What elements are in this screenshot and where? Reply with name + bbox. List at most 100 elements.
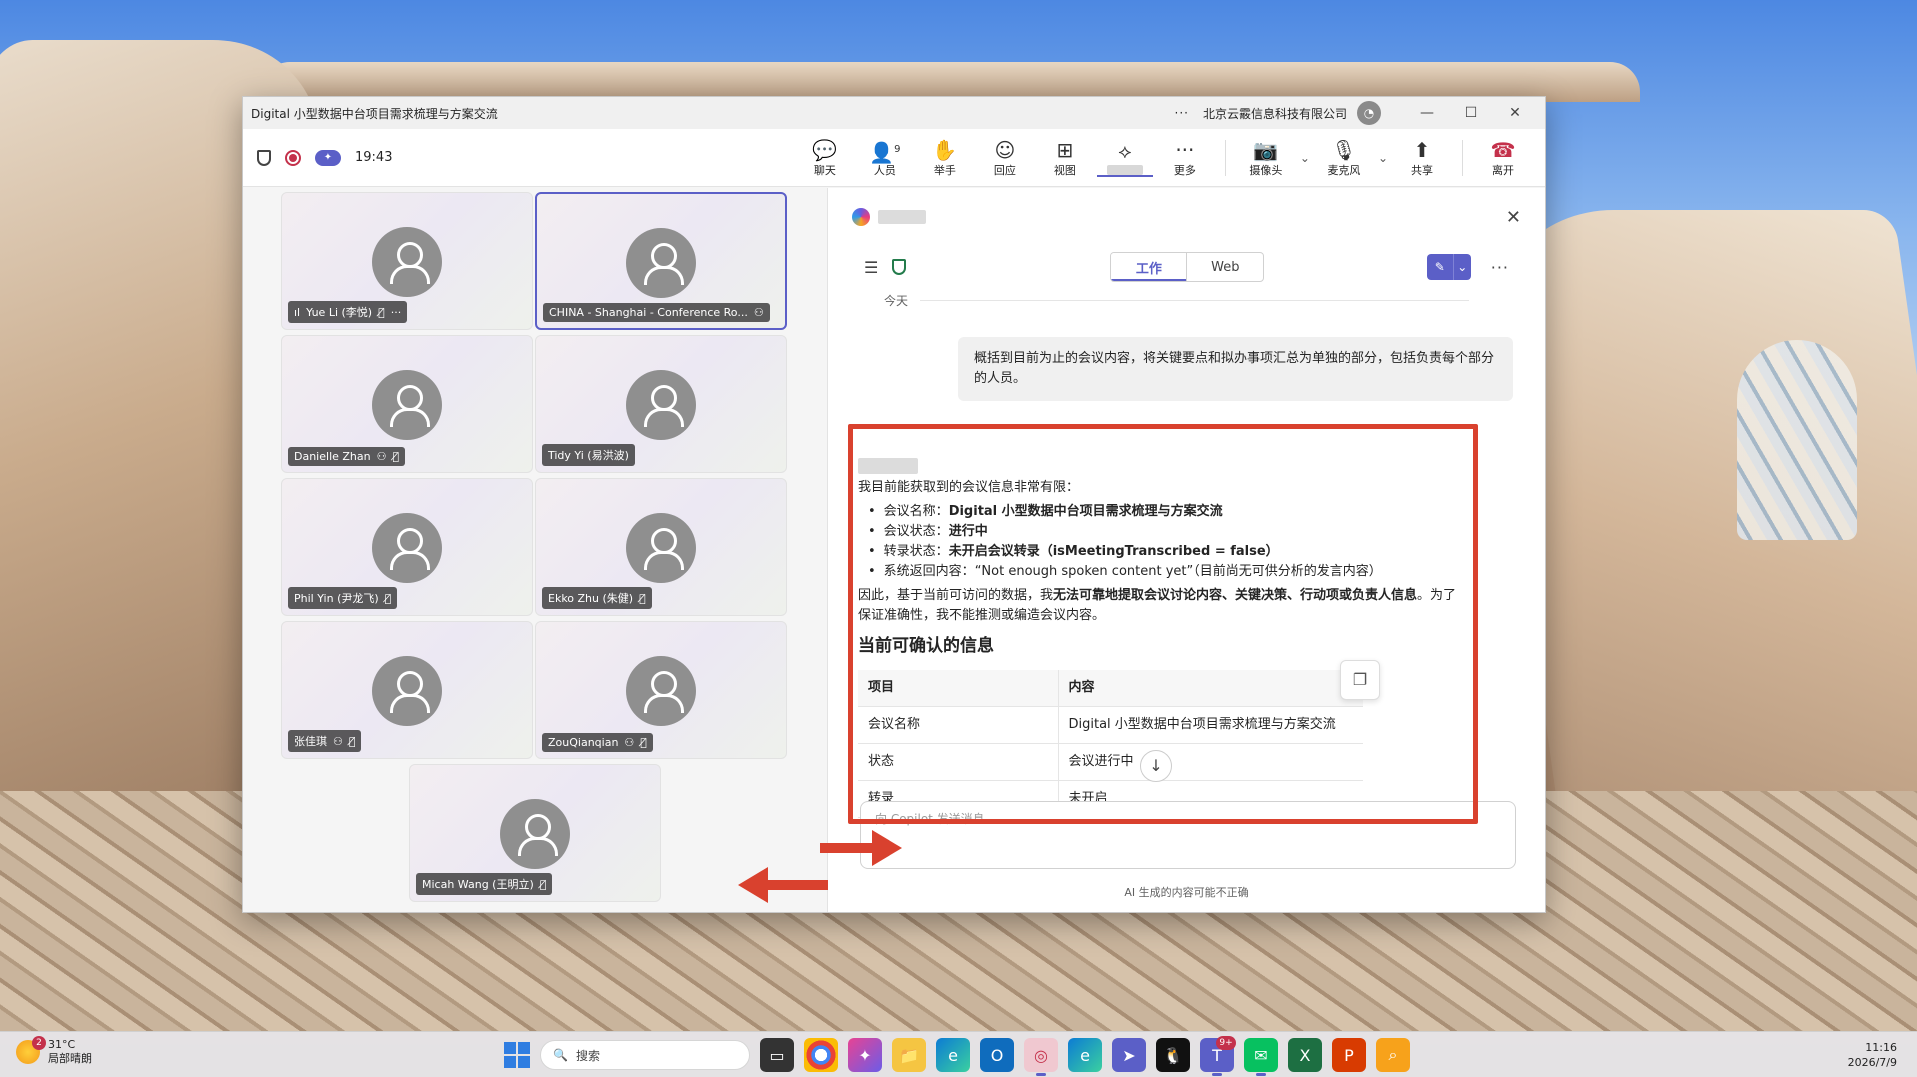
mic-muted-icon: 🎙̸: [392, 450, 400, 463]
minimize-button[interactable]: —: [1405, 105, 1449, 121]
people-button[interactable]: 👤9 人员: [857, 138, 913, 178]
participant-name: Ekko Zhu (朱健): [548, 592, 634, 605]
leave-button[interactable]: ☎ 离开: [1475, 138, 1531, 178]
edge-icon[interactable]: e: [936, 1038, 970, 1072]
mic-muted-icon: 🎙̸: [639, 591, 646, 605]
maximize-button[interactable]: ☐: [1449, 105, 1493, 121]
user-prompt-message: 概括到目前为止的会议内容，将关键要点和拟办事项汇总为单独的部分，包括负责每个部分…: [958, 337, 1513, 401]
copilot-app-icon[interactable]: ✦: [848, 1038, 882, 1072]
mic-options-chevron-icon[interactable]: ⌄: [1378, 151, 1388, 165]
windows-taskbar: 2 31°C 局部晴朗 🔍 搜索 ▭ ✦ 📁 e O ◎ e ➤ 🐧 T 9+ ✉ …: [0, 1031, 1917, 1077]
chat-button[interactable]: 💬 聊天: [797, 138, 853, 178]
annotation-arrow-right-icon: [820, 830, 902, 866]
window-title: Digital 小型数据中台项目需求梳理与方案交流: [251, 106, 498, 121]
participant-tile[interactable]: ıl Yue Li (李悦) 🎙̸ ···: [281, 192, 533, 330]
view-button[interactable]: ⊞ 视图: [1037, 138, 1093, 178]
participant-name: Yue Li (李悦): [306, 306, 373, 319]
tab-work[interactable]: 工作: [1111, 253, 1188, 281]
powerpoint-icon[interactable]: P: [1332, 1038, 1366, 1072]
camera-button[interactable]: 📷 摄像头: [1238, 138, 1294, 178]
participant-tile[interactable]: Phil Yin (尹龙飞) 🎙̸: [281, 478, 533, 616]
share-upload-icon: ⬆: [1413, 137, 1431, 162]
tab-web[interactable]: Web: [1187, 253, 1263, 281]
close-panel-icon[interactable]: ✕: [1506, 207, 1521, 228]
ai-disclaimer: AI 生成的内容可能不正确: [1124, 886, 1249, 899]
table-header-row: 项目 内容: [858, 670, 1363, 707]
system-clock[interactable]: 11:16 2026/7/9: [1848, 1040, 1897, 1070]
messenger-icon[interactable]: ➤: [1112, 1038, 1146, 1072]
raise-hand-button[interactable]: ✋ 举手: [917, 138, 973, 178]
chrome-icon[interactable]: [804, 1038, 838, 1072]
taskbar-search-input[interactable]: 🔍 搜索: [540, 1040, 750, 1070]
mic-muted-icon: 🎙̸: [384, 591, 392, 605]
weather-widget[interactable]: 2 31°C 局部晴朗: [16, 1036, 92, 1066]
qq-icon[interactable]: 🐧: [1156, 1038, 1190, 1072]
react-button[interactable]: ☺ 回应: [977, 138, 1033, 178]
scope-toggle: 工作 Web: [1110, 252, 1265, 282]
table-row: 状态 会议进行中: [858, 743, 1363, 781]
participant-tile[interactable]: Danielle Zhan ⚇ 🎙̸: [281, 335, 533, 473]
participant-tile[interactable]: Micah Wang (王明立) 🎙̸: [409, 764, 661, 902]
response-heading: 当前可确认的信息: [858, 636, 994, 656]
people-icon: 👤9: [869, 140, 901, 165]
copy-icon[interactable]: ❐: [1340, 660, 1380, 700]
start-button[interactable]: [504, 1042, 530, 1068]
panel-more-icon[interactable]: ···: [1491, 258, 1509, 277]
account-avatar-icon[interactable]: ◔: [1357, 101, 1381, 125]
avatar-icon: [372, 370, 442, 440]
copilot-icon: ⟡: [1118, 138, 1132, 163]
teams-icon[interactable]: T 9+: [1200, 1036, 1236, 1076]
copilot-panel: ✕ ☰ 工作 Web ✎ ⌄ ··· 今天 概括到目前为止的会议内容，将关键要点…: [827, 188, 1545, 912]
shield-icon[interactable]: [257, 149, 271, 166]
chevron-down-icon[interactable]: ⌄: [1452, 254, 1471, 280]
copilot-header: ✕: [828, 188, 1545, 246]
room-icon: ⚇: [333, 734, 343, 748]
avatar-icon: [372, 513, 442, 583]
participant-tile[interactable]: Ekko Zhu (朱健) 🎙̸: [535, 478, 787, 616]
list-item: 系统返回内容：“Not enough spoken content yet”（目…: [868, 562, 1458, 582]
room-icon: ⚇: [376, 450, 387, 463]
mic-muted-icon: 🎙̸: [640, 736, 647, 749]
close-window-button[interactable]: ✕: [1493, 105, 1537, 121]
grid-icon: ⊞: [1056, 137, 1074, 162]
copilot-button[interactable]: ⟡: [1096, 138, 1153, 177]
wechat-icon[interactable]: ✉: [1244, 1038, 1278, 1076]
phone-hangup-icon: ☎: [1490, 137, 1516, 162]
edge-dev-icon[interactable]: e: [1068, 1038, 1102, 1072]
participant-tile[interactable]: Tidy Yi (易洪波): [535, 335, 787, 473]
mic-muted-icon: 🎙̸: [539, 877, 547, 891]
excel-icon[interactable]: X: [1288, 1038, 1322, 1072]
mic-button[interactable]: 🎙 麦克风: [1316, 138, 1372, 178]
camera-options-chevron-icon[interactable]: ⌄: [1300, 151, 1310, 165]
response-intro: 我目前能获取到的会议信息非常有限：: [858, 480, 1080, 495]
participant-gallery: ıl Yue Li (李悦) 🎙̸ ··· CHINA - Shanghai - Co…: [243, 188, 825, 912]
file-explorer-icon[interactable]: 📁: [892, 1038, 926, 1072]
message-input[interactable]: 向 Copilot 发送消息: [860, 801, 1516, 869]
menu-icon[interactable]: ☰: [864, 258, 878, 277]
recording-app-icon[interactable]: ◎: [1024, 1038, 1058, 1076]
scroll-down-arrow-icon[interactable]: ↓: [1140, 750, 1172, 782]
participant-name: ZouQianqian: [548, 736, 619, 749]
more-options-icon[interactable]: ···: [1175, 106, 1189, 120]
new-chat-button[interactable]: ✎ ⌄: [1426, 254, 1471, 280]
participant-name: Tidy Yi (易洪波): [548, 449, 629, 462]
protected-shield-icon[interactable]: [892, 259, 907, 275]
participant-tile[interactable]: ZouQianqian ⚇ 🎙̸: [535, 621, 787, 759]
more-button[interactable]: ··· 更多: [1157, 138, 1213, 178]
room-icon: ⚇: [753, 306, 764, 319]
task-view-icon[interactable]: ▭: [760, 1038, 794, 1072]
ai-indicator-icon[interactable]: ✦: [315, 149, 341, 166]
share-button[interactable]: ⬆ 共享: [1394, 138, 1450, 178]
compose-icon[interactable]: ✎: [1426, 254, 1453, 280]
smiley-icon: ☺: [994, 137, 1016, 162]
weather-sun-icon: 2: [16, 1036, 46, 1064]
list-item: 转录状态：未开启会议转录（isMeetingTranscribed = fals…: [868, 542, 1458, 562]
search-app-icon[interactable]: ⌕: [1376, 1038, 1410, 1072]
outlook-icon[interactable]: O: [980, 1038, 1014, 1072]
date-divider: 今天: [828, 288, 1545, 313]
participant-tile[interactable]: CHINA - Shanghai - Conference Ro... ⚇: [535, 192, 787, 330]
org-name: 北京云霰信息科技有限公司: [1202, 106, 1347, 121]
participant-tile[interactable]: 张佳琪 ⚇ 🎙̸: [281, 621, 533, 759]
response-paragraph: 因此，基于当前可访问的数据，我无法可靠地提取会议讨论内容、关键决策、行动项或负责…: [858, 588, 1457, 623]
recording-icon[interactable]: [285, 149, 301, 166]
